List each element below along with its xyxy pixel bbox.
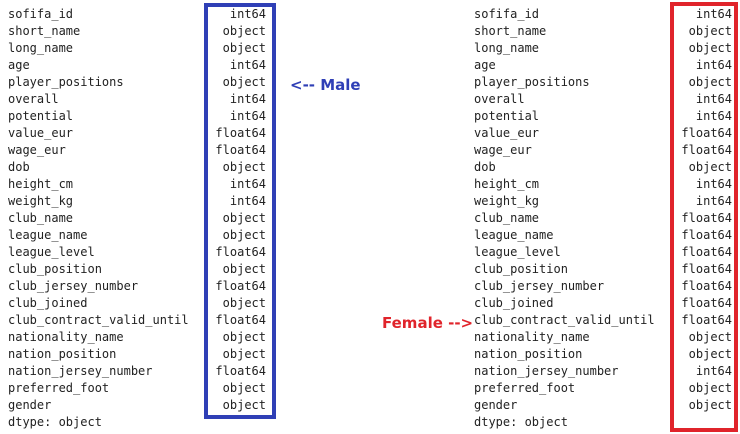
column-name: club_joined [474,296,554,310]
column-name: gender [474,398,518,412]
column-name: preferred_foot [474,381,576,395]
column-name: nationality_name [8,330,124,344]
column-name: club_joined [8,296,88,310]
column-name: overall [474,92,525,106]
column-name: weight_kg [474,194,540,208]
column-name: long_name [8,41,74,55]
male-dtype-highlight-box [204,3,276,419]
column-name: age [474,58,496,72]
column-name: league_level [474,245,561,259]
column-name: nationality_name [474,330,590,344]
column-name: sofifa_id [8,7,74,21]
column-name: wage_eur [474,143,532,157]
column-name: height_cm [474,177,540,191]
column-name: nation_jersey_number [8,364,153,378]
column-name: club_position [474,262,568,276]
column-name: short_name [474,24,547,38]
column-name: club_jersey_number [8,279,139,293]
column-name: nation_position [474,347,583,361]
column-name: nation_jersey_number [474,364,619,378]
column-name: gender [8,398,52,412]
column-name: value_eur [474,126,540,140]
column-name: potential [8,109,74,123]
column-name: club_name [8,211,74,225]
column-name: dob [8,160,30,174]
column-name: long_name [474,41,540,55]
female-annotation: Female --> [382,314,474,332]
column-name: club_jersey_number [474,279,605,293]
column-name: overall [8,92,59,106]
column-name: league_name [474,228,554,242]
column-name: wage_eur [8,143,66,157]
column-name: sofifa_id [474,7,540,21]
column-name: dob [474,160,496,174]
column-name: age [8,58,30,72]
column-name: club_contract_valid_until [8,313,189,327]
column-name: league_name [8,228,88,242]
column-name: club_contract_valid_until [474,313,655,327]
column-name: preferred_foot [8,381,110,395]
column-name: nation_position [8,347,117,361]
column-name: short_name [8,24,81,38]
column-name: league_level [8,245,95,259]
column-name: club_name [474,211,540,225]
column-name: value_eur [8,126,74,140]
female-dtype-highlight-box [670,2,738,432]
column-name: player_positions [474,75,590,89]
column-name: height_cm [8,177,74,191]
column-name: weight_kg [8,194,74,208]
column-name: club_position [8,262,102,276]
column-name: potential [474,109,540,123]
column-name: player_positions [8,75,124,89]
male-annotation: <-- Male [290,76,361,94]
